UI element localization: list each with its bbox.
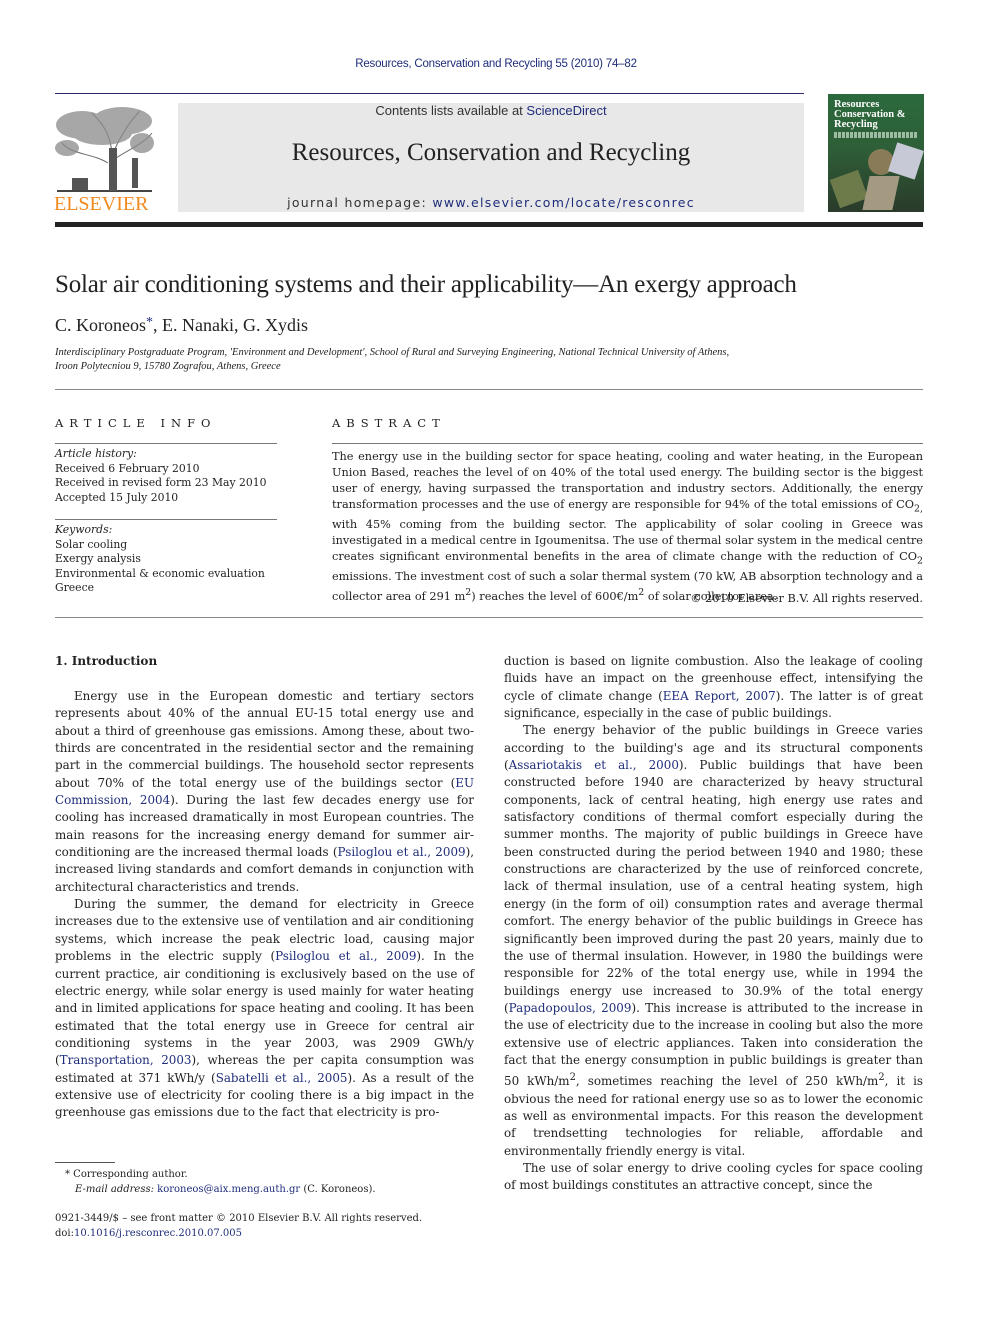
keyword-item: Solar cooling [55, 537, 128, 551]
author-email-link[interactable]: koroneos@aix.meng.auth.gr [157, 1184, 300, 1195]
journal-homepage-link[interactable]: www.elsevier.com/locate/resconrec [432, 195, 695, 210]
reference-link[interactable]: Assariotakis et al., 2000 [509, 758, 679, 772]
article-history-label: Article history: [55, 447, 137, 460]
header-thick-rule [55, 222, 923, 227]
abstract-bottom-rule [55, 617, 923, 618]
section-heading-introduction: 1. Introduction [55, 654, 158, 668]
reference-link[interactable]: Transportation, 2003 [60, 1053, 192, 1067]
cover-photo-3 [829, 169, 869, 209]
abstract-copyright: © 2010 Elsevier B.V. All rights reserved… [690, 592, 923, 605]
reference-link[interactable]: Psiloglou et al., 2009 [338, 845, 466, 859]
intro-paragraph-4: The use of solar energy to drive cooling… [504, 1160, 923, 1193]
reference-link[interactable]: Sabatelli et al., 2005 [216, 1071, 348, 1085]
intro-paragraph-2: During the summer, the demand for electr… [55, 897, 474, 1120]
abstract-heading: ABSTRACT [332, 416, 446, 430]
abstract-rule [332, 443, 923, 444]
keyword-item: Environmental & economic evaluation [55, 566, 265, 580]
author-2: E. Nanaki [162, 315, 234, 335]
history-accepted: Accepted 15 July 2010 [55, 490, 179, 504]
corresponding-author-footnote: * Corresponding author. E-mail address: … [65, 1169, 376, 1195]
history-revised: Received in revised form 23 May 2010 [55, 476, 267, 489]
body-column-right: duction is based on lignite combustion. … [504, 653, 923, 1195]
header-rule [55, 93, 804, 94]
journal-citation-link[interactable]: Resources, Conservation and Recycling 55… [355, 58, 637, 70]
journal-title: Resources, Conservation and Recycling [291, 139, 691, 166]
author-1: C. Koroneos [55, 315, 146, 335]
cover-photo-4 [862, 176, 900, 210]
journal-banner: Contents lists available at ScienceDirec… [178, 103, 804, 212]
contents-available: Contents lists available at ScienceDirec… [375, 103, 607, 118]
intro-paragraph-1: Energy use in the European domestic and … [55, 689, 474, 894]
article-history: Article history: Received 6 February 201… [55, 447, 280, 505]
corresponding-author-marker[interactable]: * [146, 315, 153, 330]
keyword-item: Exergy analysis [55, 552, 141, 565]
journal-homepage: journal homepage: www.elsevier.com/locat… [287, 195, 695, 210]
reference-link[interactable]: Papadopoulos, 2009 [509, 1001, 632, 1015]
author-list: C. Koroneos*, E. Nanaki, G. Xydis [55, 315, 308, 335]
keywords-rule [55, 519, 277, 520]
elsevier-wordmark: ELSEVIER [54, 193, 149, 215]
cover-title: Resources Conservation & Recycling [834, 99, 906, 130]
issn-line: 0921-3449/$ – see front matter © 2010 El… [55, 1213, 423, 1224]
sciencedirect-link[interactable]: ScienceDirect [526, 103, 606, 118]
keywords: Keywords: Solar cooling Exergy analysis … [55, 523, 280, 596]
footnote-rule [55, 1162, 115, 1163]
cover-photo-2 [888, 142, 924, 180]
affiliation: Interdisciplinary Postgraduate Program, … [55, 347, 730, 372]
reference-link[interactable]: EEA Report, 2007 [663, 689, 776, 703]
issn-doi: 0921-3449/$ – see front matter © 2010 El… [55, 1211, 485, 1241]
doi-line: doi:10.1016/j.resconrec.2010.07.005 [55, 1228, 242, 1239]
body-column-left: Energy use in the European domestic and … [55, 688, 474, 1122]
intro-paragraph-3: The energy behavior of the public buildi… [504, 723, 924, 1158]
author-3: G. Xydis [242, 315, 308, 335]
cover-subtitle-lines [834, 132, 918, 138]
article-info-rule [55, 443, 277, 444]
keywords-label: Keywords: [55, 523, 113, 536]
keyword-item: Greece [55, 581, 95, 594]
doi-link[interactable]: 10.1016/j.resconrec.2010.07.005 [74, 1228, 242, 1239]
journal-cover-icon[interactable]: Resources Conservation & Recycling [828, 94, 924, 212]
title-rule [55, 389, 923, 390]
journal-citation[interactable]: Resources, Conservation and Recycling 55… [0, 58, 992, 70]
paper-title: Solar air conditioning systems and their… [55, 271, 797, 298]
history-received: Received 6 February 2010 [55, 461, 200, 475]
article-info-heading: ARTICLE INFO [55, 416, 217, 430]
reference-link[interactable]: Psiloglou et al., 2009 [275, 949, 416, 963]
abstract-text: The energy use in the building sector fo… [332, 450, 923, 603]
intro-paragraph-2-continued: duction is based on lignite combustion. … [504, 654, 923, 721]
